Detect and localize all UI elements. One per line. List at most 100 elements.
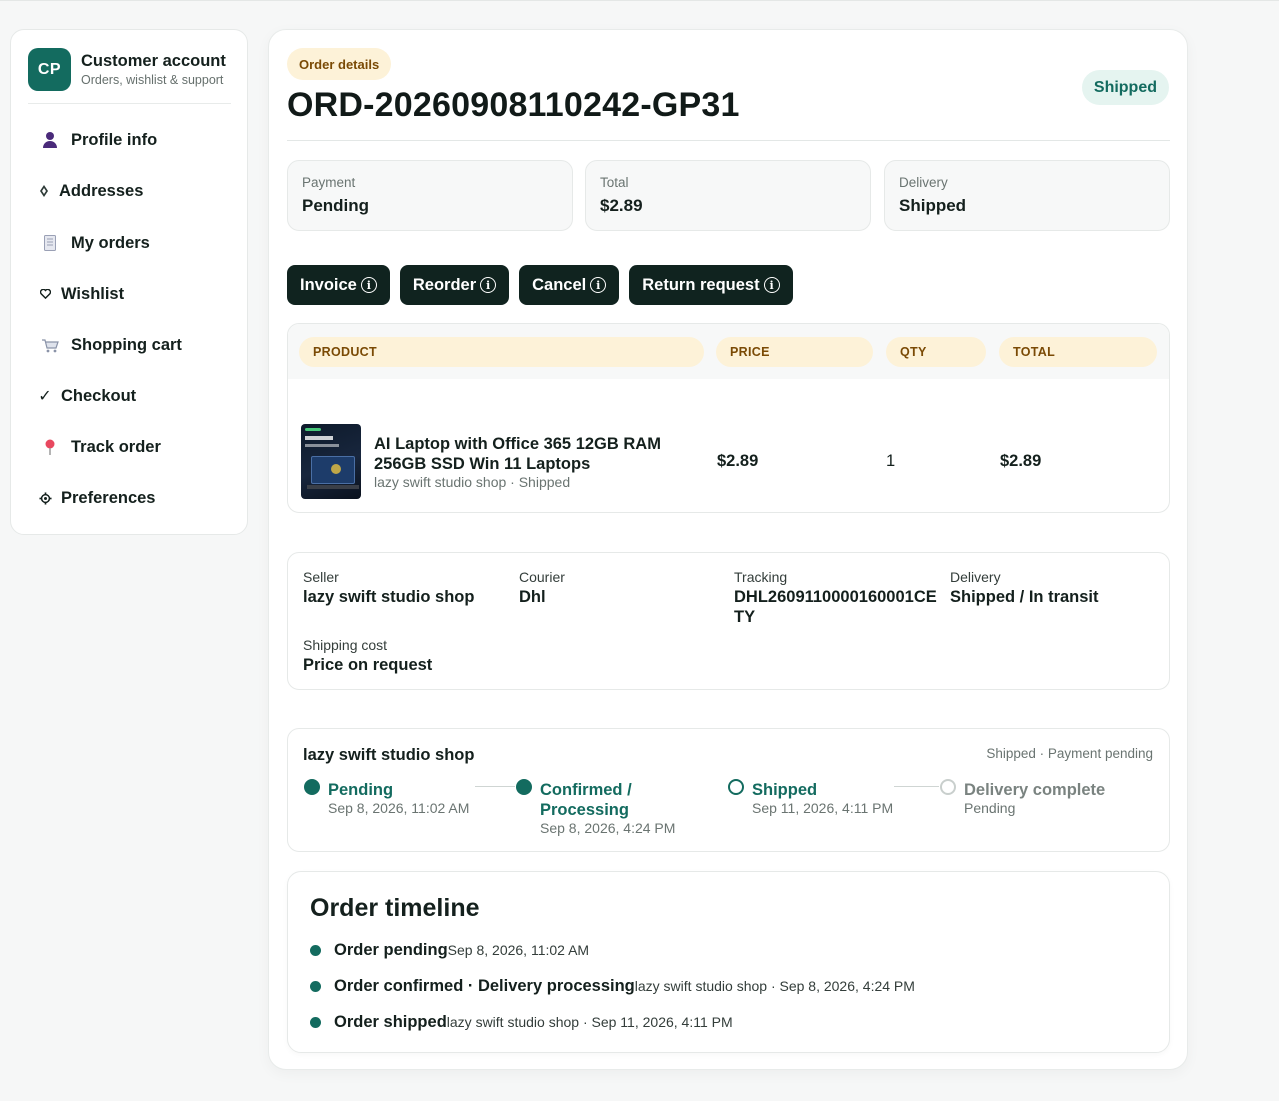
location-icon: [37, 185, 51, 197]
shipping-cost-value: Price on request: [303, 656, 433, 674]
step-current-icon: [728, 779, 744, 795]
seller-label: Seller: [303, 569, 339, 585]
sidebar-item-label: My orders: [71, 233, 150, 252]
step-done-icon: [304, 779, 320, 795]
timeline-event: Order shipped: [334, 1013, 447, 1031]
pin-icon: [39, 439, 61, 455]
step-name: Pending: [328, 781, 394, 799]
return-request-button-label: Return request: [642, 275, 760, 294]
sidebar-item-addresses[interactable]: Addresses: [37, 176, 143, 206]
delivery-status-value: Shipped / In transit: [950, 588, 1099, 606]
delivery-value: Shipped: [899, 196, 967, 215]
account-header: CP Customer account Orders, wishlist & s…: [28, 48, 231, 104]
delivery-label: Delivery: [899, 175, 948, 190]
sidebar-item-shopping-cart[interactable]: Shopping cart: [39, 330, 182, 360]
progress-shop-name: lazy swift studio shop: [303, 746, 475, 764]
tracking-number[interactable]: DHL2609110000160001CETY: [734, 587, 938, 627]
delivery-field: Delivery Shipped / In transit: [950, 569, 1099, 607]
product-total: $2.89: [1000, 452, 1042, 470]
step-date: Sep 8, 2026, 4:24 PM: [540, 820, 676, 836]
account-title: Customer account: [81, 52, 226, 70]
shipping-cost-label: Shipping cost: [303, 637, 388, 653]
step-name: Delivery complete: [964, 781, 1106, 799]
sidebar-item-label: Checkout: [61, 386, 137, 405]
order-actions: Invoice i Reorder i Cancel i Return requ…: [287, 265, 793, 305]
account-sidebar: CP Customer account Orders, wishlist & s…: [10, 29, 248, 535]
top-divider: [0, 0, 1279, 1]
sidebar-item-checkout[interactable]: ✓ Checkout: [37, 381, 136, 411]
product-name[interactable]: AI Laptop with Office 365 12GB RAM 256GB…: [374, 434, 674, 474]
step-name: Shipped: [752, 781, 818, 799]
product-meta: lazy swift studio shop · Shipped: [374, 474, 571, 490]
product-image[interactable]: [301, 424, 361, 499]
sidebar-item-label: Addresses: [59, 181, 144, 200]
sidebar-item-preferences[interactable]: Preferences: [37, 483, 155, 513]
payment-value: Pending: [302, 196, 370, 215]
timeline-meta: lazy swift studio shop · Sep 8, 2026, 4:…: [634, 978, 915, 994]
return-request-button[interactable]: Return request i: [629, 265, 793, 305]
step-date: Sep 11, 2026, 4:11 PM: [752, 800, 894, 816]
gear-icon: [37, 491, 53, 505]
step-date: Pending: [964, 800, 1016, 816]
step-date: Sep 8, 2026, 11:02 AM: [328, 800, 470, 816]
sidebar-item-track-order[interactable]: Track order: [39, 432, 161, 462]
sidebar-item-profile-info[interactable]: Profile info: [39, 125, 157, 155]
sidebar-item-label: Profile info: [71, 130, 158, 149]
cancel-button-label: Cancel: [532, 275, 587, 294]
sidebar-item-wishlist[interactable]: Wishlist: [37, 279, 124, 309]
total-summary: Total $2.89: [585, 160, 871, 231]
courier-label: Courier: [519, 569, 565, 585]
timeline-meta: lazy swift studio shop · Sep 11, 2026, 4…: [446, 1014, 733, 1030]
avatar: CP: [28, 48, 71, 91]
delivery-summary: Delivery Shipped: [884, 160, 1170, 231]
delivery-status-label: Delivery: [950, 569, 1001, 585]
tracking-label: Tracking: [734, 569, 788, 585]
invoice-button-label: Invoice: [300, 275, 357, 294]
timeline-item: Order confirmed · Delivery processing la…: [310, 977, 915, 996]
reorder-button[interactable]: Reorder i: [399, 265, 510, 305]
check-icon: ✓: [38, 388, 52, 405]
step-pending-icon: [940, 779, 956, 795]
receipt-icon: [39, 235, 61, 251]
sidebar-item-label: Track order: [71, 437, 161, 456]
sidebar-item-my-orders[interactable]: My orders: [39, 228, 150, 258]
product-qty: 1: [886, 452, 896, 470]
timeline-item: Order shipped lazy swift studio shop · S…: [310, 1013, 733, 1032]
timeline-title: Order timeline: [310, 894, 480, 922]
info-icon: i: [480, 277, 497, 293]
timeline-meta: Sep 8, 2026, 11:02 AM: [447, 942, 590, 958]
step-done-icon: [516, 779, 532, 795]
page-title: ORD-20260908110242-GP31: [287, 86, 740, 124]
seller-value: lazy swift studio shop: [303, 588, 475, 606]
timeline-dot-icon: [310, 945, 321, 956]
cart-icon: [39, 338, 61, 353]
cancel-button[interactable]: Cancel i: [519, 265, 620, 305]
timeline-dot-icon: [310, 981, 321, 992]
person-icon: [39, 131, 61, 149]
account-subtitle: Orders, wishlist & support: [81, 73, 224, 87]
payment-summary: Payment Pending: [287, 160, 573, 231]
product-price: $2.89: [717, 452, 759, 470]
total-label: Total: [600, 175, 629, 190]
progress-status: Shipped · Payment pending: [986, 746, 1153, 761]
courier-value: Dhl: [519, 588, 546, 606]
courier-field: Courier Dhl: [519, 569, 565, 607]
invoice-button[interactable]: Invoice i: [287, 265, 390, 305]
reorder-button-label: Reorder: [412, 275, 477, 294]
heart-icon: [37, 289, 53, 299]
column-header-price: PRICE: [716, 337, 873, 367]
info-icon: i: [763, 277, 780, 293]
header-divider: [287, 140, 1170, 141]
sidebar-item-label: Preferences: [61, 488, 156, 507]
timeline-item: Order pending Sep 8, 2026, 11:02 AM: [310, 941, 589, 960]
column-header-qty: QTY: [886, 337, 986, 367]
table-header: PRODUCT PRICE QTY TOTAL: [288, 324, 1169, 379]
shipping-cost-field: Shipping cost Price on request: [303, 637, 432, 675]
tracking-field: Tracking DHL2609110000160001CETY: [734, 569, 938, 627]
timeline-dot-icon: [310, 1017, 321, 1028]
status-badge: Shipped: [1081, 70, 1169, 105]
order-items-table: PRODUCT PRICE QTY TOTAL AI Laptop with O…: [287, 323, 1170, 513]
sidebar-item-label: Shopping cart: [71, 335, 182, 354]
total-value: $2.89: [600, 196, 643, 215]
column-header-total: TOTAL: [999, 337, 1157, 367]
